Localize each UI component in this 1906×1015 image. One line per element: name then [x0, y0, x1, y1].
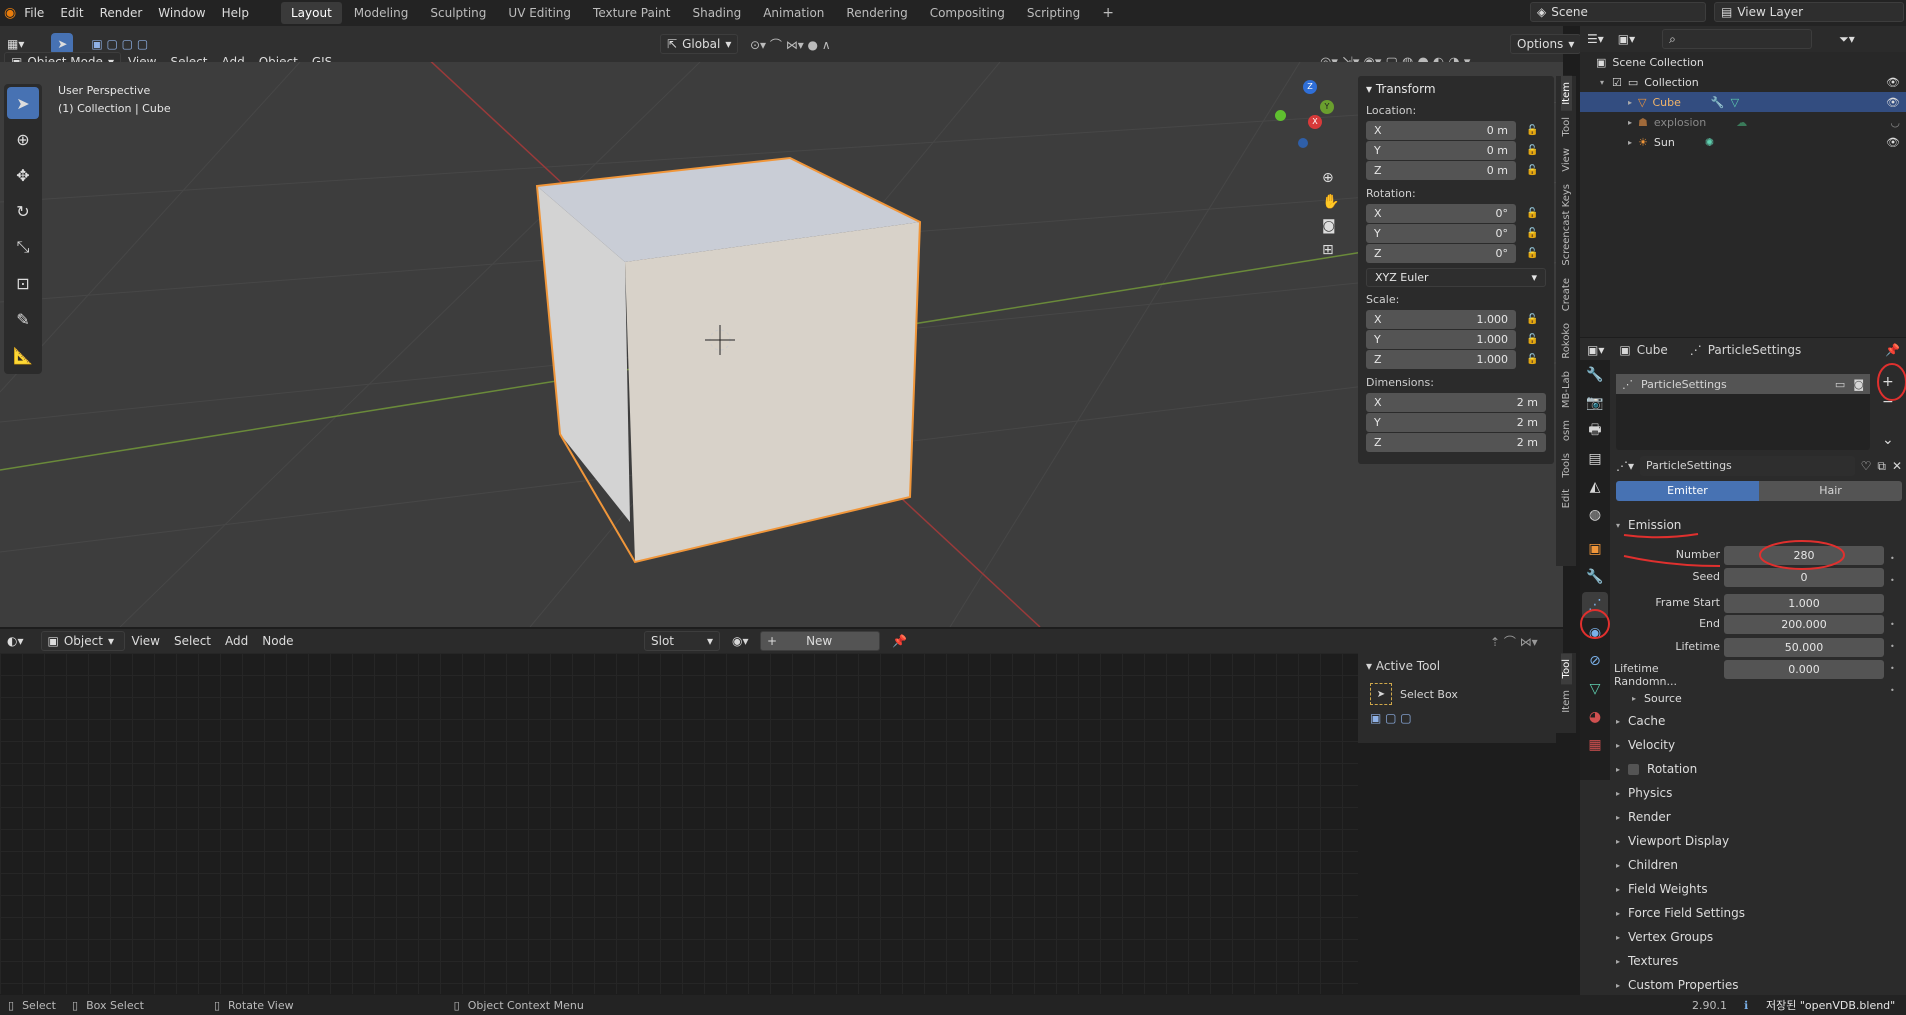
- slot-dropdown[interactable]: Slot ▾: [644, 631, 720, 651]
- node-editor-right-icons[interactable]: ⇡ ⌒ ⋈▾: [1490, 633, 1538, 650]
- plus-icon: +: [767, 634, 778, 648]
- saved-message: 저장된 "openVDB.blend": [1766, 999, 1896, 1012]
- active-tool-panel: ▾ Active Tool ➤ Select Box ▣ ▢ ▢: [1358, 653, 1556, 743]
- shader-editor-header: ◐▾ ▣ Object ▾ View Select Add Node Slot ▾ ◉…: [0, 629, 1563, 653]
- status-rotate: Rotate View: [228, 998, 294, 1012]
- slot-label: Slot: [651, 634, 674, 648]
- active-tool-row[interactable]: ➤ Select Box: [1358, 679, 1556, 709]
- mouse-right-icon: ▯: [453, 998, 460, 1012]
- node-editor-type-icon[interactable]: ◐▾: [0, 631, 31, 651]
- shader-type-dropdown[interactable]: ▣ Object ▾: [40, 631, 125, 651]
- select-box-icon: ➤: [1370, 683, 1392, 705]
- material-browse-icon[interactable]: ◉▾: [732, 634, 749, 648]
- active-tool-name: Select Box: [1400, 687, 1458, 701]
- active-tool-header[interactable]: ▾ Active Tool: [1358, 653, 1556, 679]
- status-bar: ▯ Select ▯ Box Select ▯ Rotate View ▯ Ob…: [0, 995, 1906, 1015]
- node-menu-add[interactable]: Add: [218, 631, 255, 651]
- status-box-select: Box Select: [86, 998, 144, 1012]
- blender-version: 2.90.1: [1692, 998, 1727, 1012]
- mouse-middle-icon: ▯: [213, 998, 221, 1012]
- node-tab-tool[interactable]: Tool: [1560, 653, 1572, 685]
- node-sidebar-tabs: Tool Item: [1556, 653, 1576, 733]
- object-icon: ▣: [47, 634, 59, 648]
- new-material-button[interactable]: + New: [760, 631, 880, 651]
- status-select: Select: [22, 998, 56, 1012]
- info-icon[interactable]: ℹ: [1744, 999, 1748, 1012]
- mouse-left-icon: ▯: [8, 998, 15, 1012]
- node-menu-select[interactable]: Select: [167, 631, 218, 651]
- selection-mode-buttons[interactable]: ▣ ▢ ▢: [1358, 709, 1556, 727]
- mouse-drag-icon: ▯: [72, 998, 79, 1012]
- node-menu-node[interactable]: Node: [255, 631, 300, 651]
- shader-type-label: Object: [63, 634, 103, 648]
- chevron-down-icon: ▾: [706, 634, 713, 648]
- new-label: New: [806, 634, 833, 648]
- status-context-menu: Object Context Menu: [467, 998, 584, 1012]
- node-menu-view[interactable]: View: [125, 631, 167, 651]
- active-tool-title: Active Tool: [1375, 659, 1441, 673]
- pin-icon[interactable]: 📌: [892, 634, 907, 648]
- node-tab-item[interactable]: Item: [1561, 684, 1572, 719]
- shader-node-editor[interactable]: [0, 653, 1358, 994]
